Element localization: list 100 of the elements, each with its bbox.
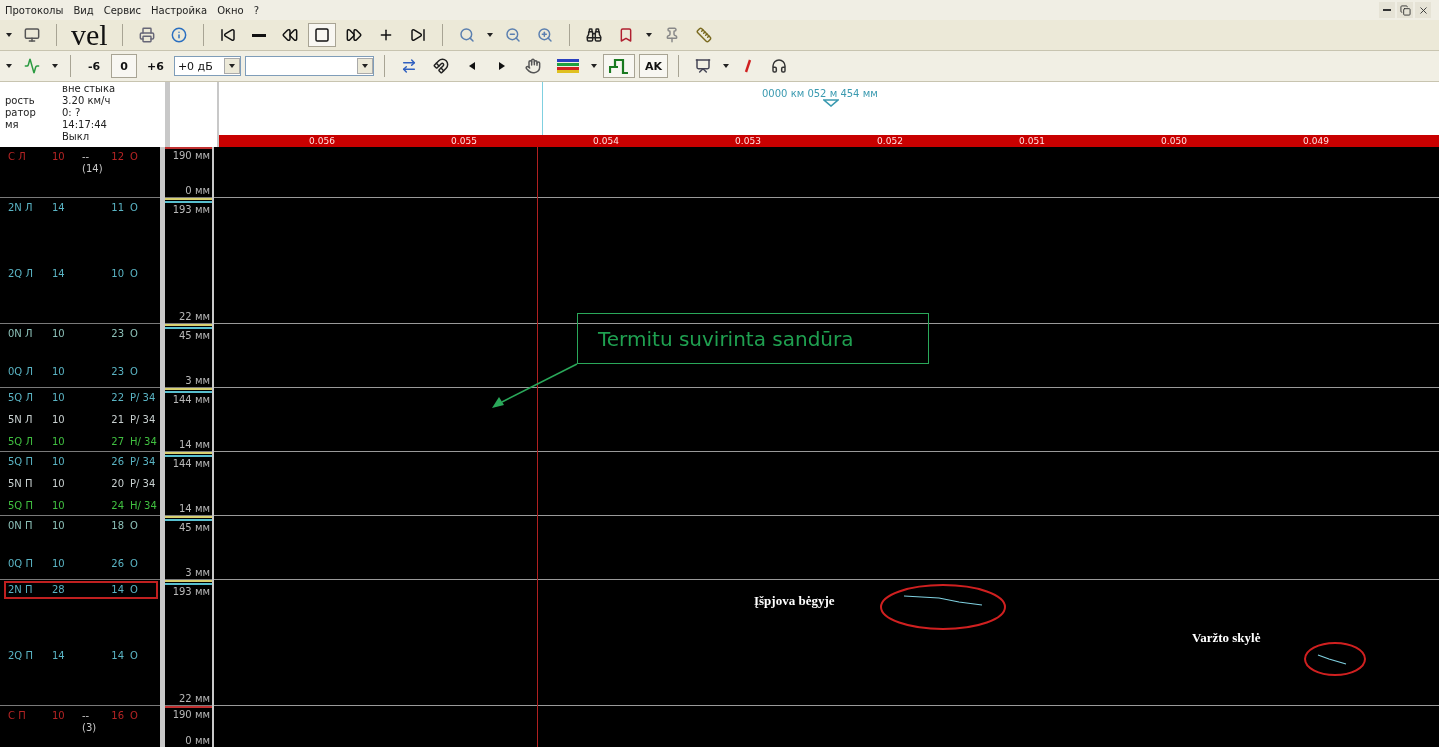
- channel-row[interactable]: 0N П 10 18 О: [6, 519, 156, 533]
- color-lines-icon: [556, 59, 579, 73]
- channel-mode: О: [130, 520, 139, 532]
- channel-name: 2N Л: [8, 202, 34, 214]
- restore-button[interactable]: [1397, 2, 1413, 18]
- channel-name: 5N Л: [8, 414, 34, 426]
- channel-value: 14: [110, 584, 125, 596]
- cursor-line: [542, 82, 543, 135]
- channel-row[interactable]: 0N Л 10 23 О: [6, 327, 156, 341]
- info-value: Выкл: [62, 131, 91, 143]
- scale-top-label: 144 мм: [172, 458, 211, 470]
- toolbar-button[interactable]: -6: [81, 54, 107, 78]
- channel-gain: 14: [52, 268, 66, 280]
- channel-row[interactable]: С Л 10 -- (14) 12 О: [6, 150, 156, 176]
- menu-item[interactable]: Настройка: [151, 4, 208, 16]
- toolbar-button[interactable]: +6: [141, 54, 170, 78]
- channel-gain: 10: [52, 392, 66, 404]
- defect-label: Varžto skylė: [1192, 630, 1261, 646]
- scale-bottom-label: 3 мм: [185, 375, 211, 387]
- hand-icon: [524, 58, 541, 74]
- channel-row[interactable]: 5Q П 10 26 Р/ 34: [6, 455, 156, 469]
- channel-count: (3): [82, 722, 98, 734]
- marker-triangle-icon: [823, 99, 839, 107]
- stop-icon: [313, 27, 330, 43]
- channel-row[interactable]: 5Q Л 10 27 Н/ 34: [6, 435, 156, 449]
- channel-row[interactable]: 2Q П 14 14 О: [6, 649, 156, 663]
- scale-top-label: 190 мм: [172, 150, 211, 162]
- channel-mode: О: [130, 202, 139, 214]
- channel-name: 5Q Л: [8, 436, 34, 448]
- channel-value: 16: [110, 710, 125, 723]
- wave-icon: [24, 58, 40, 74]
- skip-start-icon: [219, 27, 236, 43]
- channel-row[interactable]: 5N П 10 20 Р/ 34: [6, 477, 156, 491]
- channel-value: 23: [110, 328, 125, 340]
- dropdown-field[interactable]: [244, 56, 374, 76]
- ruler-tick-label: 0.056: [308, 135, 336, 147]
- channel-mode: О: [130, 151, 139, 164]
- minimize-button[interactable]: [1379, 2, 1395, 18]
- binoculars-icon: [585, 27, 602, 43]
- dropdown-arrow-icon: [722, 64, 729, 68]
- computer-icon: [24, 27, 40, 43]
- channel-gain: 14: [52, 202, 66, 214]
- channel-row[interactable]: 0Q Л 10 23 О: [6, 365, 156, 379]
- toolbar-button[interactable]: AK: [638, 54, 668, 78]
- scale-bottom-label: 0 мм: [185, 735, 211, 747]
- channel-gain: 10: [52, 456, 66, 468]
- channel-mode: О: [130, 650, 139, 662]
- channel-row[interactable]: 2N Л 14 11 О: [6, 201, 156, 215]
- minimize-icon: [1383, 9, 1391, 11]
- channel-row[interactable]: 5N Л 10 21 Р/ 34: [6, 413, 156, 427]
- fast-forward-icon: [345, 27, 362, 43]
- channel-mode: О: [130, 584, 139, 596]
- close-icon: [1417, 4, 1429, 16]
- dropdown-arrow-icon: [52, 64, 58, 68]
- info-value: 0: ?: [62, 107, 82, 119]
- channel-gain: 10: [52, 436, 66, 448]
- channel-name: 5Q П: [8, 456, 34, 468]
- defect-label: Įšpjova bėgyje: [754, 593, 835, 609]
- channel-row[interactable]: 2N П 28 14 О: [6, 583, 156, 597]
- channel-row[interactable]: 0Q П 10 26 О: [6, 557, 156, 571]
- channel-gain: 10: [52, 366, 66, 378]
- channel-gain: 10: [52, 500, 66, 512]
- channel-name: 0Q Л: [8, 366, 34, 378]
- info-label: рость: [5, 95, 36, 107]
- info-label: ратор: [5, 107, 37, 119]
- channel-name: 2Q П: [8, 650, 34, 662]
- channel-value: 27: [110, 436, 125, 448]
- channel-row[interactable]: 5Q П 10 24 Н/ 34: [6, 499, 156, 513]
- menu-item[interactable]: Протоколы: [5, 4, 64, 16]
- menu-item[interactable]: Вид: [73, 4, 94, 16]
- menu-item[interactable]: Окно: [217, 4, 244, 16]
- toolbar-button[interactable]: [307, 23, 336, 47]
- dropdown-arrow-icon: [6, 64, 12, 68]
- channel-mode: Н/ 34: [130, 436, 157, 448]
- channel-row[interactable]: 5Q Л 10 22 Р/ 34: [6, 391, 156, 405]
- channel-name: 5N П: [8, 478, 34, 490]
- channel-value: 21: [110, 414, 125, 426]
- channel-gain: 10: [52, 478, 66, 490]
- channel-count: (14): [82, 163, 104, 175]
- dropdown-arrow-icon: [6, 33, 12, 37]
- channel-value: 26: [110, 456, 125, 468]
- channel-value: 18: [110, 520, 125, 532]
- close-button[interactable]: [1415, 2, 1431, 18]
- menu-item[interactable]: Сервис: [103, 4, 142, 16]
- printer-icon: [138, 27, 155, 43]
- channel-name: С Л: [8, 151, 27, 164]
- toolbar-button[interactable]: 0: [111, 54, 137, 78]
- channel-row[interactable]: 2Q Л 14 10 О: [6, 267, 156, 281]
- channel-value: 20: [110, 478, 125, 490]
- channel-mode: О: [130, 366, 139, 378]
- menu-item[interactable]: ?: [253, 4, 260, 16]
- channel-mode: О: [130, 558, 139, 570]
- channel-gain: 10: [52, 328, 66, 340]
- channel-value: 12: [110, 151, 125, 164]
- channel-gain: 10: [52, 520, 66, 532]
- channel-row[interactable]: С П 10 -- (3) 16 О: [6, 709, 156, 735]
- dropdown-arrow-icon: [361, 64, 368, 68]
- channel-mode: Р/ 34: [130, 414, 156, 426]
- dropdown-field[interactable]: +0 дБ: [173, 56, 241, 76]
- ruler-tick-label: 0.053: [734, 135, 762, 147]
